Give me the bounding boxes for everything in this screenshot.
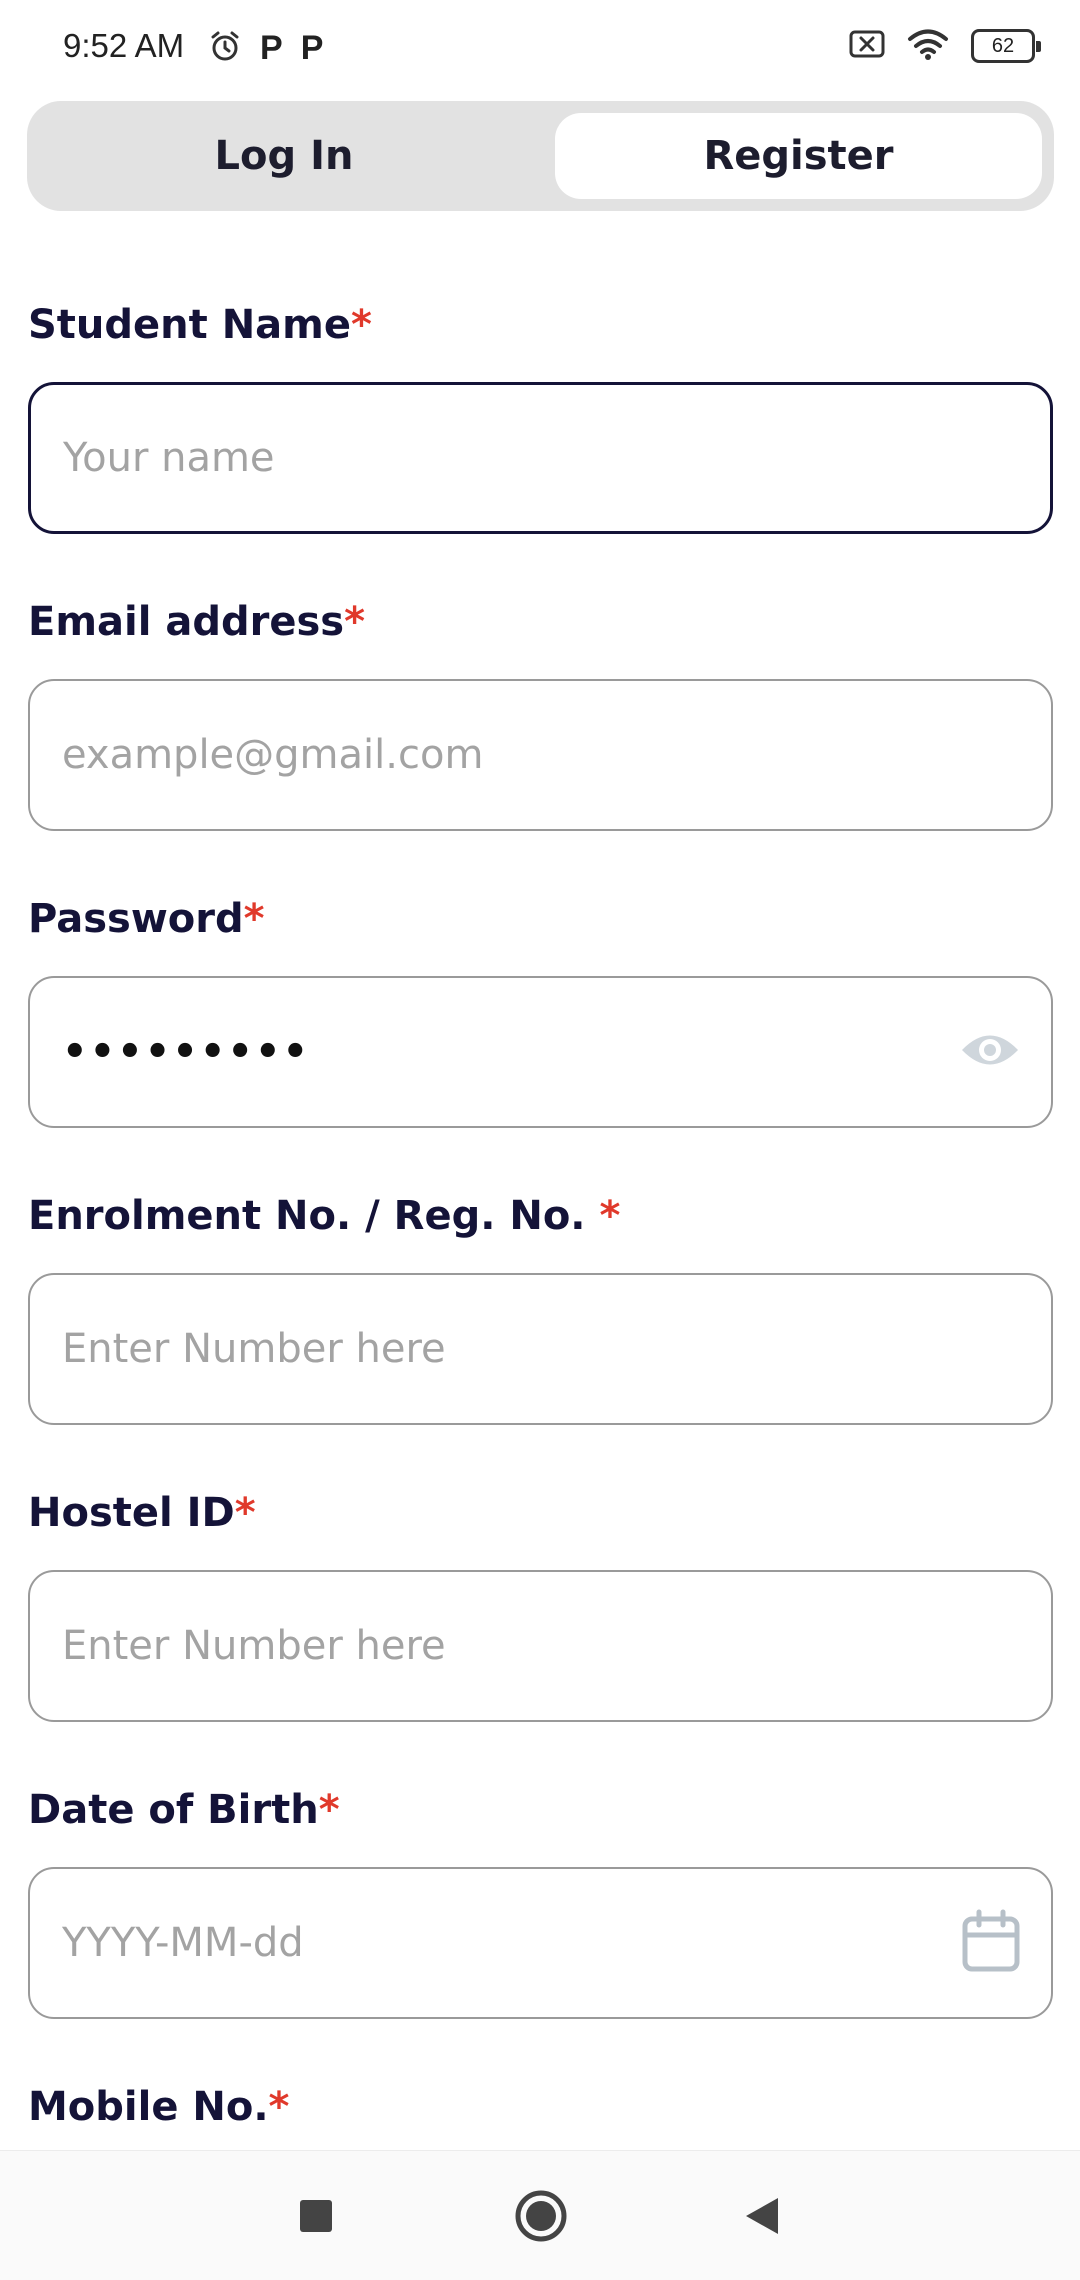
enrolment-label: Enrolment No. / Reg. No. * <box>28 1193 621 1239</box>
status-bar: 9:52 AM P P 62 <box>0 0 1080 96</box>
dob-placeholder: YYYY-MM-dd <box>62 1920 304 1966</box>
email-field[interactable]: example@gmail.com <box>28 679 1053 831</box>
home-circle-icon[interactable] <box>506 2181 576 2251</box>
tab-log-in[interactable]: Log In <box>39 113 529 199</box>
auth-mode-toggle: Log In Register <box>27 101 1054 211</box>
p-icon: P <box>300 29 324 67</box>
required-mark: * <box>350 302 372 348</box>
dob-label: Date of Birth* <box>28 1787 340 1833</box>
status-time: 9:52 AM <box>63 27 185 64</box>
enrolment-placeholder: Enter Number here <box>62 1326 446 1372</box>
dob-field[interactable]: YYYY-MM-dd <box>28 1867 1053 2019</box>
wifi-icon <box>907 28 949 64</box>
alarm-icon <box>208 29 242 67</box>
required-mark: * <box>344 599 365 645</box>
eye-icon[interactable] <box>959 1029 1021 1075</box>
p-icon: P <box>260 29 283 67</box>
system-nav-bar <box>0 2150 1080 2280</box>
enrolment-number-field[interactable]: Enter Number here <box>28 1273 1053 1425</box>
email-placeholder: example@gmail.com <box>62 732 484 778</box>
calendar-icon[interactable] <box>961 1909 1021 1977</box>
required-mark: * <box>318 1787 340 1833</box>
mobile-label: Mobile No.* <box>28 2084 290 2130</box>
password-value: ••••••••• <box>62 1029 311 1075</box>
recents-square-icon[interactable] <box>281 2181 351 2251</box>
required-mark: * <box>599 1193 621 1239</box>
tab-register[interactable]: Register <box>555 113 1042 199</box>
hostel-id-label: Hostel ID* <box>28 1490 256 1536</box>
battery-icon: 62 <box>971 29 1041 63</box>
hostel-id-placeholder: Enter Number here <box>62 1623 446 1669</box>
student-name-label: Student Name* <box>28 302 372 348</box>
back-triangle-icon[interactable] <box>727 2181 797 2251</box>
student-name-placeholder: Your name <box>63 435 275 481</box>
notification-icons: P P <box>208 28 323 68</box>
email-label: Email address* <box>28 599 365 645</box>
required-mark: * <box>234 1490 256 1536</box>
hostel-id-field[interactable]: Enter Number here <box>28 1570 1053 1722</box>
sim-x-icon <box>849 30 885 62</box>
system-icons: 62 <box>849 28 1041 64</box>
password-label: Password* <box>28 896 265 942</box>
required-mark: * <box>243 896 265 942</box>
student-name-input[interactable]: Your name <box>28 382 1053 534</box>
password-field[interactable]: ••••••••• <box>28 976 1053 1128</box>
required-mark: * <box>268 2084 290 2130</box>
